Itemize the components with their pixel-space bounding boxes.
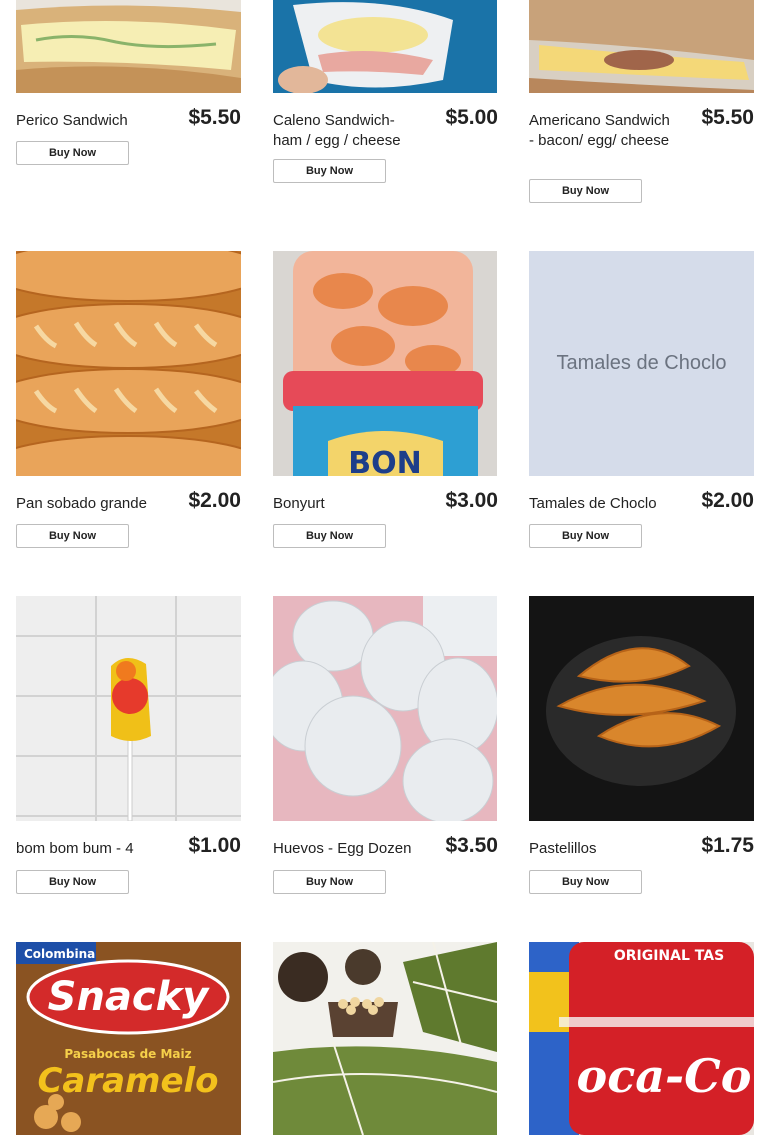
product-price: $5.00 [445, 106, 498, 129]
buy-now-button[interactable]: Buy Now [529, 524, 642, 548]
product-name: Perico Sandwich [16, 112, 128, 129]
product-image[interactable]: BON [273, 251, 498, 476]
product-name: Bonyurt [273, 495, 325, 512]
brand-text: Colombina [24, 947, 95, 961]
subtitle-text: Pasabocas de Maiz [64, 1047, 191, 1061]
buy-now-button[interactable]: Buy Now [16, 141, 129, 165]
product-image[interactable] [273, 596, 498, 821]
product-name: Tamales de Choclo [529, 495, 657, 512]
product-image[interactable] [529, 0, 754, 93]
product-price: $3.50 [445, 834, 498, 857]
buy-now-button[interactable]: Buy Now [529, 870, 642, 894]
flavor-text: Caramelo [37, 1061, 218, 1101]
buy-now-button[interactable]: Buy Now [529, 179, 642, 203]
can-label-text: ORIGINAL TAS [614, 948, 724, 964]
logo-text: Snacky [48, 974, 211, 1020]
product-price: $3.00 [445, 489, 498, 512]
product-name: Pastelillos [529, 840, 597, 857]
product-image[interactable] [16, 251, 241, 476]
product-image[interactable] [273, 942, 498, 1135]
product-price: $5.50 [701, 106, 754, 129]
product-name: Pan sobado grande [16, 495, 147, 512]
product-image[interactable]: ORIGINAL TAS oca-Co [529, 942, 754, 1135]
product-name: Huevos - Egg Dozen [273, 840, 412, 857]
product-image[interactable] [16, 0, 241, 93]
product-price: $5.50 [188, 106, 241, 129]
placeholder-label: Tamales de Choclo [556, 352, 727, 374]
svg-text:BON: BON [348, 446, 421, 476]
buy-now-button[interactable]: Buy Now [16, 524, 129, 548]
buy-now-button[interactable]: Buy Now [273, 159, 386, 183]
product-price: $1.75 [701, 834, 754, 857]
product-image[interactable] [273, 0, 498, 93]
product-name: Caleno Sandwich- ham / egg / cheese [273, 112, 401, 149]
product-image[interactable]: Colombina Snacky Pasabocas de Maiz Caram… [16, 942, 241, 1135]
logo-text: oca-Co [577, 1049, 752, 1103]
product-price: $2.00 [188, 489, 241, 512]
product-name: bom bom bum - 4 [16, 840, 134, 857]
product-price: $1.00 [188, 834, 241, 857]
product-image-placeholder[interactable]: Tamales de Choclo [529, 251, 754, 476]
product-price: $2.00 [701, 489, 754, 512]
product-image[interactable] [16, 596, 241, 821]
buy-now-button[interactable]: Buy Now [273, 870, 386, 894]
buy-now-button[interactable]: Buy Now [16, 870, 129, 894]
buy-now-button[interactable]: Buy Now [273, 524, 386, 548]
product-image[interactable] [529, 596, 754, 821]
product-name: Americano Sandwich - bacon/ egg/ cheese [529, 112, 670, 149]
